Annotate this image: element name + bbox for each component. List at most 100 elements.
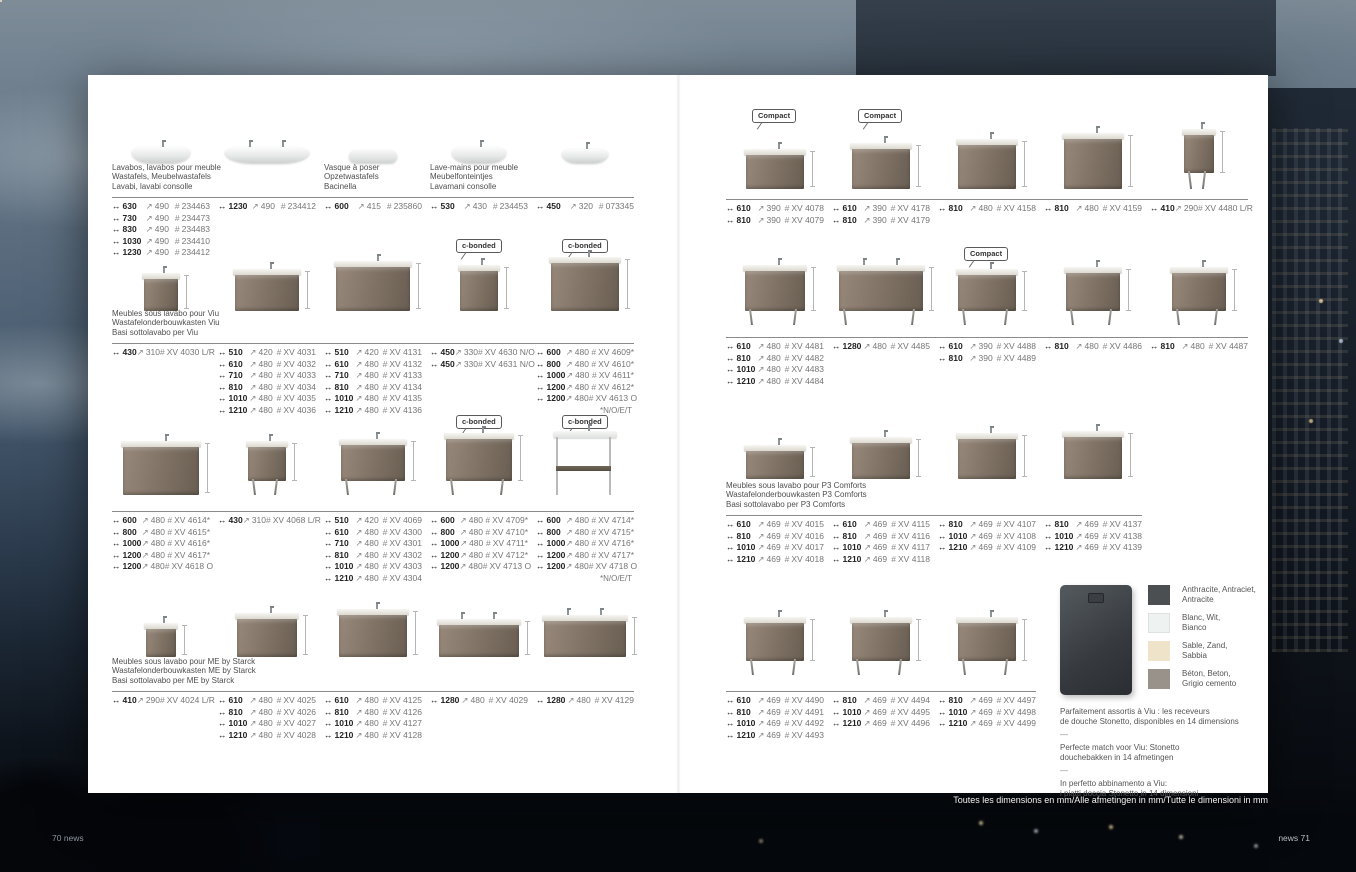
width-arrow-icon: ↔ [430, 201, 439, 211]
faucet-icon [163, 266, 165, 273]
spec-article-number: #XV 4018 [785, 554, 824, 566]
depth-arrow-icon: ↗ [969, 353, 976, 363]
spec-width-value: 1210 [335, 573, 354, 583]
spec-article-value: XV 4483 [791, 364, 824, 374]
product-column: ↔510↗420#XV 4031↔610↗480#XV 4032↔710↗480… [218, 235, 316, 416]
spec-depth-value: 469 [979, 695, 993, 705]
spec-depth: ↗480 [355, 527, 382, 539]
spec-depth-value: 469 [873, 695, 887, 705]
spec-article-value: XV 4118 [898, 554, 930, 564]
spec-list: ↔430↗310#XV 4068 L/R [218, 509, 316, 527]
spec-depth-value: 480 [469, 561, 483, 571]
spec-width: ↔800 [536, 527, 566, 539]
spec-depth: ↗480 [355, 359, 382, 371]
width-arrow-icon: ↔ [1044, 519, 1053, 529]
hash-icon: # [383, 347, 388, 357]
spec-list: ↔810↗480#XV 4486 [1044, 335, 1142, 353]
product-column: Meubles sous lavabo pour P3 ComfortsWast… [726, 417, 824, 565]
depth-arrow-icon: ↗ [249, 695, 256, 705]
depth-arrow-icon: ↗ [146, 213, 153, 223]
spec-width: ↔1200 [430, 561, 459, 573]
spec-article-number: #XV 4490 [785, 695, 824, 707]
spec-depth: ↗469 [863, 695, 890, 707]
product-title-line: Wastafelonderbouwkasten P3 Comforts [726, 490, 824, 500]
spec-article-value: XV 4108 [1003, 531, 1036, 541]
spec-depth-value: 480 [767, 353, 781, 363]
depth-arrow-icon: ↗ [969, 542, 976, 552]
product-image-slot [938, 605, 1036, 675]
spec-depth-value: 480 [259, 707, 273, 717]
spec-depth-value: 480 [365, 538, 379, 548]
depth-arrow-icon: ↗ [863, 695, 870, 705]
spec-width-value: 800 [441, 527, 455, 537]
spec-width: ↔800 [536, 359, 566, 371]
spec-article-value: XV 4034 [283, 382, 316, 392]
spec-depth-value: 330 [464, 347, 478, 357]
hash-icon: # [383, 527, 388, 537]
spec-width-value: 1010 [949, 707, 968, 717]
spec-depth: ↗480 [566, 515, 592, 527]
depth-arrow-icon: ↗ [566, 527, 573, 537]
spec-depth: ↗469 [863, 707, 890, 719]
spec-width: ↔510 [324, 515, 355, 527]
spec-depth-value: 469 [873, 718, 887, 728]
hash-icon: # [595, 695, 600, 705]
hash-icon: # [599, 201, 604, 211]
spec-row: ↔810↗469#XV 4137 [1044, 519, 1142, 531]
spec-row: ↔1000↗480#XV 4611* [536, 370, 634, 382]
width-arrow-icon: ↔ [1044, 531, 1053, 541]
hash-icon: # [160, 695, 165, 705]
faucet-icon [493, 612, 495, 619]
spec-row: ↔1210↗480#XV 4128 [324, 730, 422, 742]
spec-article-value: XV 4031 [283, 347, 316, 357]
spec-width-value: 1010 [229, 393, 248, 403]
spec-width: ↔450 [430, 359, 455, 371]
spec-row: ↔1000↗480#XV 4716* [536, 538, 634, 550]
spec-width: ↔1200 [536, 561, 565, 573]
spec-depth: ↗480 [863, 341, 890, 353]
depth-arrow-icon: ↗ [249, 718, 256, 728]
catalog-row: Meubles sous lavabo pour ME by StarckWas… [112, 587, 642, 741]
spec-depth: ↗480 [969, 203, 996, 215]
spec-article-value: XV 4482 [791, 353, 824, 363]
width-arrow-icon: ↔ [726, 203, 735, 213]
spec-depth: ↗469 [757, 554, 784, 566]
spec-width: ↔450 [536, 201, 570, 213]
spec-depth-value: 480 [575, 393, 589, 403]
spec-list: ↔510↗420#XV 4031↔610↗480#XV 4032↔710↗480… [218, 341, 316, 416]
faucet-icon [884, 610, 886, 617]
width-arrow-icon: ↔ [218, 707, 227, 717]
hash-icon: # [589, 561, 594, 571]
faucet-icon [269, 434, 271, 441]
spec-article-value: XV 4024 L/R [167, 695, 215, 705]
faucet-icon [376, 602, 378, 609]
product-image-slot [832, 417, 930, 479]
vanity-leg [1214, 309, 1218, 325]
hash-icon: # [383, 393, 388, 403]
spec-article-value: XV 4131 [389, 347, 422, 357]
depth-arrow-icon: ↗ [969, 203, 976, 213]
product-column: Compact↔610↗390#XV 4488↔810↗390#XV 4489 [938, 243, 1036, 387]
spec-row: ↔1200↗480#XV 4613 O [536, 393, 634, 405]
city-skyline-top [856, 0, 1276, 76]
spec-article-value: XV 4025 [283, 695, 316, 705]
spec-article-value: XV 4494 [897, 695, 930, 705]
spec-width: ↔830 [112, 224, 146, 236]
depth-arrow-icon: ↗ [355, 561, 362, 571]
spec-list: ↔610↗469#XV 4115↔810↗469#XV 4116↔1010↗46… [832, 513, 930, 565]
spec-width-value: 530 [441, 201, 455, 211]
spec-article-number: #234412 [281, 201, 316, 213]
depth-arrow-icon: ↗ [249, 382, 256, 392]
width-arrow-icon: ↔ [536, 515, 545, 525]
spec-width-value: 810 [737, 215, 751, 225]
width-arrow-icon: ↔ [832, 215, 841, 225]
spec-width-value: 1010 [737, 542, 756, 552]
spec-width: ↔1210 [726, 554, 757, 566]
product-title-line: Basi sottolavabo per ME by Starck [112, 676, 210, 686]
spec-article-value: XV 4069 [389, 515, 422, 525]
hash-icon: # [383, 515, 388, 525]
color-swatch-label-line: Grigio cemento [1182, 679, 1236, 689]
spec-width-value: 810 [229, 382, 243, 392]
width-arrow-icon: ↔ [726, 531, 735, 541]
vanity-leg [345, 479, 349, 495]
